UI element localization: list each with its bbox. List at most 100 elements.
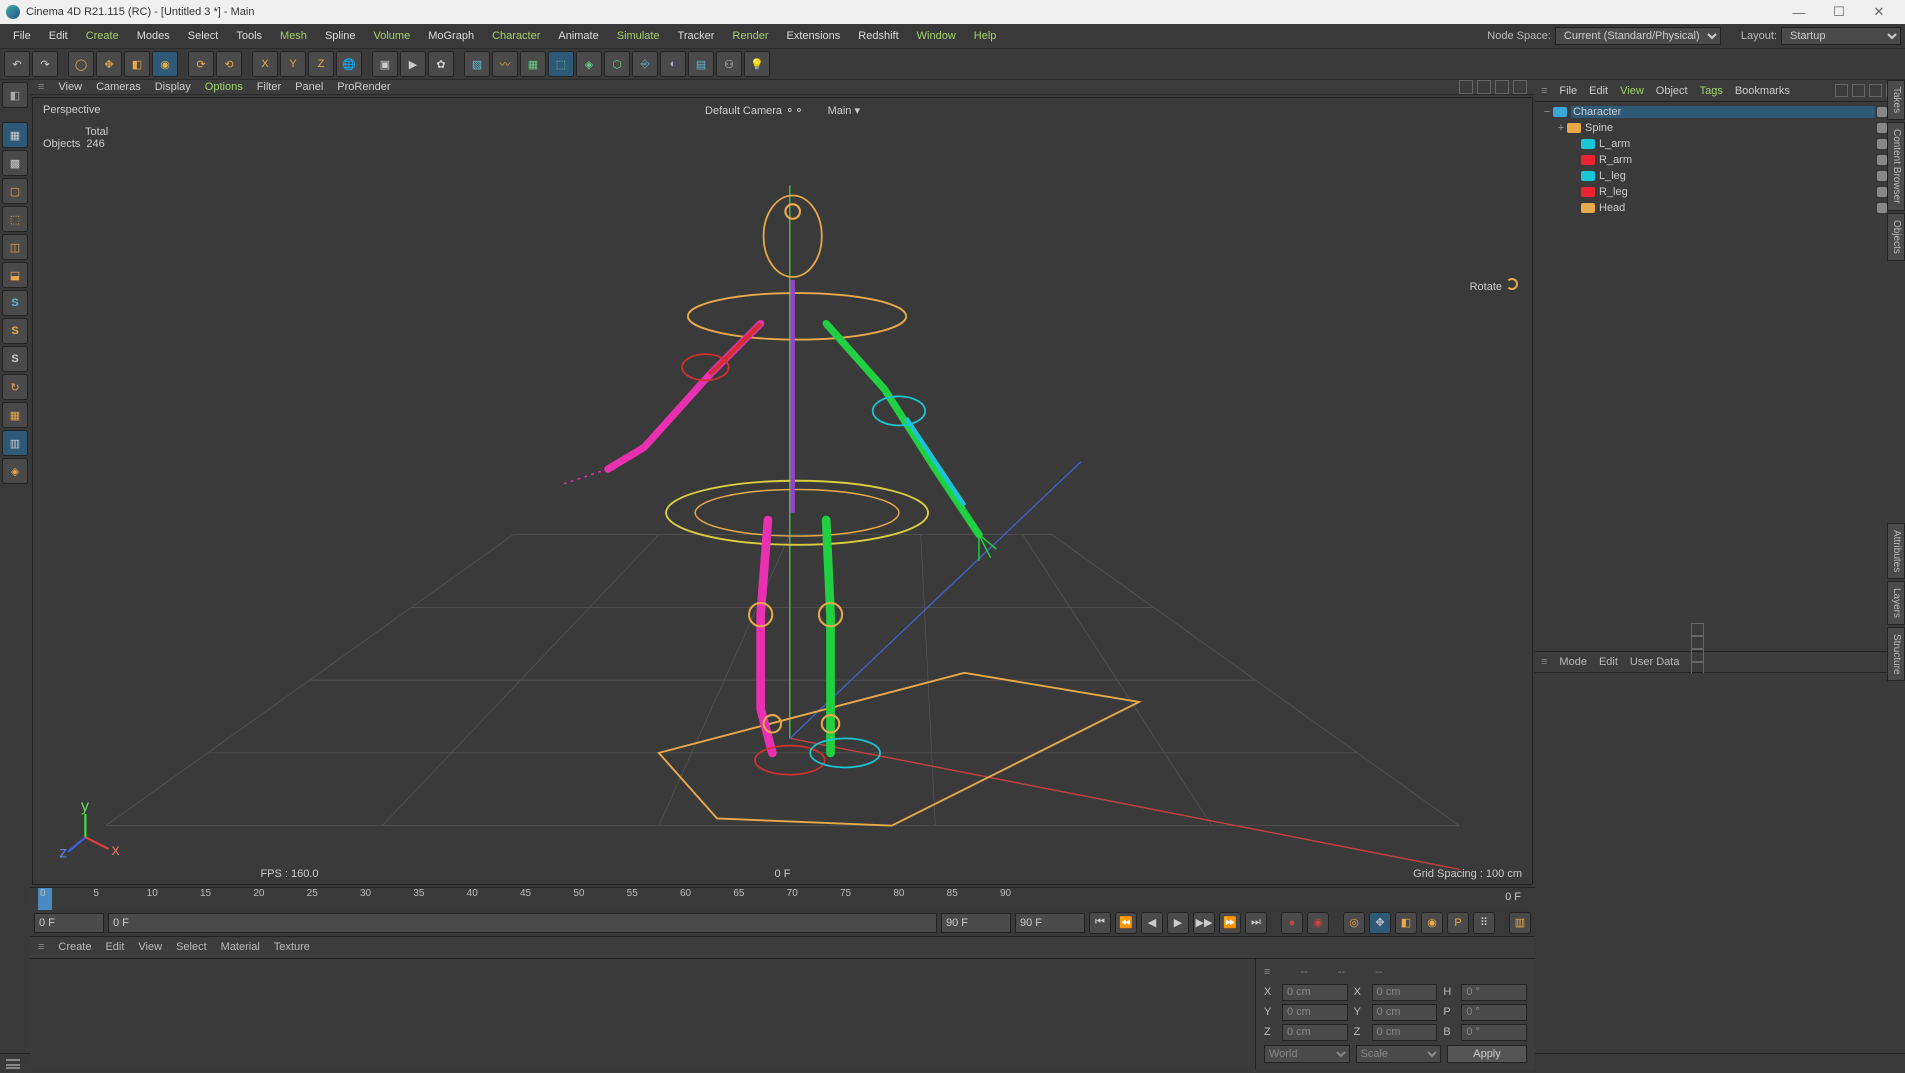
omenu-bookmarks[interactable]: Bookmarks xyxy=(1735,85,1790,97)
menu-modes[interactable]: Modes xyxy=(128,30,179,42)
rotate-tool[interactable]: ◉ xyxy=(152,51,178,77)
coord-z-pos[interactable]: 0 cm xyxy=(1282,1024,1348,1041)
window-minimize-button[interactable]: — xyxy=(1779,5,1819,20)
scale-tool[interactable]: ◧ xyxy=(124,51,150,77)
menu-help[interactable]: Help xyxy=(965,30,1006,42)
start-range-input[interactable] xyxy=(108,913,937,933)
rtab-takes[interactable]: Takes xyxy=(1887,80,1905,120)
coord-mode-select[interactable]: World xyxy=(1264,1045,1350,1063)
viewport-take-label[interactable]: Main ▾ xyxy=(828,104,860,117)
environment-button[interactable]: ⚇ xyxy=(716,51,742,77)
live-selection-tool[interactable]: ◯ xyxy=(68,51,94,77)
autokey-button[interactable]: ◉ xyxy=(1307,912,1329,934)
rtab-attrs[interactable]: Attributes xyxy=(1887,523,1905,579)
omenu-edit[interactable]: Edit xyxy=(1589,85,1608,97)
attr-mode[interactable]: Mode xyxy=(1559,656,1587,668)
menu-tools[interactable]: Tools xyxy=(227,30,271,42)
mat-menu-texture[interactable]: Texture xyxy=(274,941,310,953)
omenu-view[interactable]: View xyxy=(1620,85,1644,97)
mat-menu-create[interactable]: Create xyxy=(58,941,91,953)
omenu-tags[interactable]: Tags xyxy=(1700,85,1723,97)
goto-prev-key-button[interactable]: ⏪ xyxy=(1115,912,1137,934)
deformer-button[interactable]: ◈ xyxy=(576,51,602,77)
key-param-button[interactable]: P xyxy=(1447,912,1469,934)
mat-menu-view[interactable]: View xyxy=(138,941,162,953)
layer-toggle[interactable] xyxy=(1877,155,1887,165)
statusbar-menu-icon[interactable] xyxy=(6,1059,20,1069)
menu-edit[interactable]: Edit xyxy=(40,30,77,42)
material-manager-body[interactable]: ≡ ------ X0 cmX0 cmH0 ° Y0 cmY0 cmP0 ° Z… xyxy=(30,958,1535,1068)
menu-volume[interactable]: Volume xyxy=(365,30,420,42)
coord-size-select[interactable]: Scale xyxy=(1356,1045,1442,1063)
viewport-maximize-icon[interactable] xyxy=(1513,80,1527,94)
repeat-tool-button[interactable]: ⟲ xyxy=(216,51,242,77)
vmenu-options[interactable]: Options xyxy=(205,81,243,93)
attr-search-icon[interactable] xyxy=(1691,649,1704,662)
menu-mograph[interactable]: MoGraph xyxy=(419,30,483,42)
key-rot-button[interactable]: ◉ xyxy=(1421,912,1443,934)
attr-back-icon[interactable] xyxy=(1691,623,1704,636)
layer-toggle[interactable] xyxy=(1877,139,1887,149)
rtab-objects[interactable]: Objects xyxy=(1887,213,1905,261)
coord-y-size[interactable]: 0 cm xyxy=(1372,1004,1438,1021)
layer-toggle[interactable] xyxy=(1877,171,1887,181)
key-scale-button[interactable]: ◧ xyxy=(1395,912,1417,934)
enable-axis-button[interactable]: S xyxy=(2,290,28,316)
menu-spline[interactable]: Spline xyxy=(316,30,365,42)
timeline-ruler[interactable]: /* ticks will be generated below by bind… xyxy=(30,888,1535,910)
obj-filter-icon[interactable] xyxy=(1852,84,1865,97)
vmenu-filter[interactable]: Filter xyxy=(257,81,281,93)
goto-end-button[interactable]: ⏭ xyxy=(1245,912,1267,934)
expand-toggle[interactable]: + xyxy=(1555,122,1567,134)
omenu-file[interactable]: File xyxy=(1559,85,1577,97)
timeline-options-button[interactable]: ▥ xyxy=(1509,912,1531,934)
menu-file[interactable]: File xyxy=(4,30,40,42)
prev-frame-button[interactable]: ◀ xyxy=(1141,912,1163,934)
menu-tracker[interactable]: Tracker xyxy=(669,30,724,42)
light-button[interactable]: ◐ xyxy=(660,51,686,77)
viewport-rotate-icon[interactable] xyxy=(1495,80,1509,94)
render-settings-button[interactable]: ✿ xyxy=(428,51,454,77)
workplane-mode-button[interactable]: ▢ xyxy=(2,178,28,204)
mat-menu-select[interactable]: Select xyxy=(176,941,207,953)
record-button[interactable]: ● xyxy=(1281,912,1303,934)
coord-x-size[interactable]: 0 cm xyxy=(1372,984,1438,1001)
key-pos-button[interactable]: ✥ xyxy=(1369,912,1391,934)
vmenu-cameras[interactable]: Cameras xyxy=(96,81,141,93)
menu-animate[interactable]: Animate xyxy=(549,30,607,42)
point-mode-button[interactable]: ⬚ xyxy=(2,206,28,232)
tree-item-character[interactable]: −Character xyxy=(1537,104,1903,120)
goto-start-button[interactable]: ⏮ xyxy=(1089,912,1111,934)
tree-item-l_leg[interactable]: L_leg xyxy=(1537,168,1903,184)
menu-character[interactable]: Character xyxy=(483,30,549,42)
quantize-button[interactable]: S xyxy=(2,346,28,372)
play-button[interactable]: ▶ xyxy=(1167,912,1189,934)
model-mode-button[interactable]: ▦ xyxy=(2,122,28,148)
object-hierarchy-tree[interactable]: −Character+SpineL_armR_armL_legR_legHead xyxy=(1535,102,1905,651)
radial-workplane-button[interactable]: ◈ xyxy=(2,458,28,484)
vmenu-prorender[interactable]: ProRender xyxy=(337,81,390,93)
undo-button[interactable]: ↶ xyxy=(4,51,30,77)
layer-toggle[interactable] xyxy=(1877,203,1887,213)
make-editable-button[interactable]: ◧ xyxy=(2,82,28,108)
attribute-manager-body[interactable] xyxy=(1535,673,1905,1053)
coord-h-rot[interactable]: 0 ° xyxy=(1461,984,1527,1001)
rtab-layers[interactable]: Layers xyxy=(1887,581,1905,625)
node-space-select[interactable]: Current (Standard/Physical) xyxy=(1555,27,1721,45)
tree-item-spine[interactable]: +Spine xyxy=(1537,120,1903,136)
menu-window[interactable]: Window xyxy=(908,30,965,42)
polygon-mode-button[interactable]: ⬓ xyxy=(2,262,28,288)
attr-up-icon[interactable] xyxy=(1691,636,1704,649)
obj-search-icon[interactable] xyxy=(1835,84,1848,97)
next-frame-button[interactable]: ▶▶ xyxy=(1193,912,1215,934)
coordinate-system[interactable]: 🌐 xyxy=(336,51,362,77)
attr-userdata[interactable]: User Data xyxy=(1630,656,1680,668)
coord-b-rot[interactable]: 0 ° xyxy=(1461,1024,1527,1041)
tree-item-l_arm[interactable]: L_arm xyxy=(1537,136,1903,152)
menu-simulate[interactable]: Simulate xyxy=(608,30,669,42)
layer-toggle[interactable] xyxy=(1877,123,1887,133)
redo-button[interactable]: ↷ xyxy=(32,51,58,77)
floor-button[interactable]: ▤ xyxy=(688,51,714,77)
tree-item-r_leg[interactable]: R_leg xyxy=(1537,184,1903,200)
goto-next-key-button[interactable]: ⏩ xyxy=(1219,912,1241,934)
